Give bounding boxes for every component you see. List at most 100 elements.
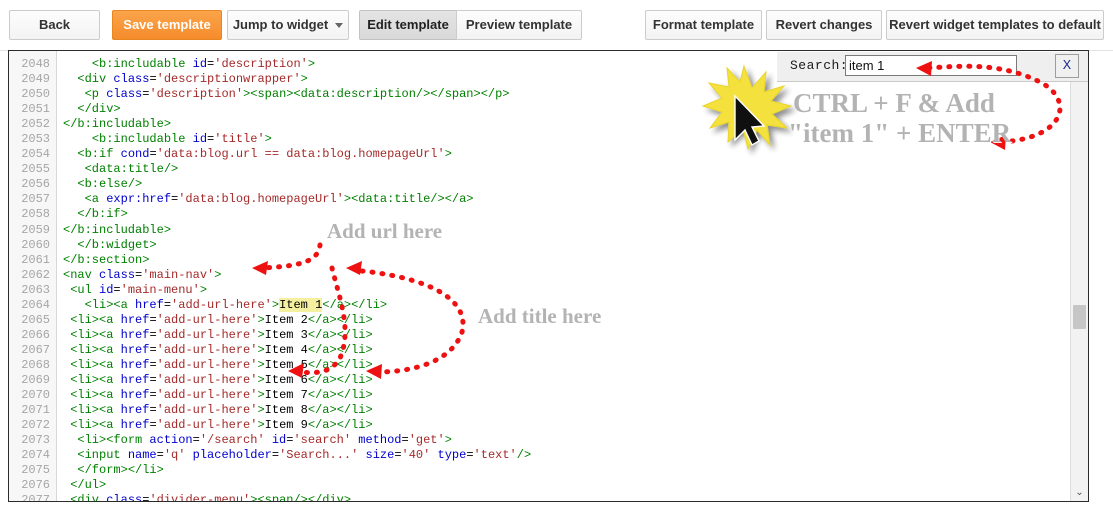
code-token-tag: </b:includable> <box>63 222 172 237</box>
code-line[interactable]: <nav class='main-nav'> <box>63 268 1088 283</box>
code-token-val: 'main-menu' <box>120 282 200 297</box>
code-token-att: href <box>120 357 150 372</box>
code-token-val: 'add-url-here' <box>171 297 272 312</box>
code-line[interactable]: <li><a href='add-url-here'>Item 2</a></l… <box>63 313 1088 328</box>
code-token-att: href <box>135 297 164 312</box>
line-number: 2053 <box>21 132 50 147</box>
code-token-tag: > <box>257 372 265 387</box>
line-number: 2057 <box>21 192 50 207</box>
jump-to-widget-dropdown[interactable]: Jump to widget <box>227 10 349 40</box>
template-code-editor[interactable]: 2048 2049 2050 2051 2052 2053 2054 2055 2056 2057… <box>8 50 1089 502</box>
save-template-button[interactable]: Save template <box>112 10 222 40</box>
code-token-att: name <box>127 448 157 463</box>
code-line[interactable]: <li><a href='add-url-here'>Item 1</a></l… <box>63 297 1088 313</box>
code-token-tag: <ul <box>70 282 100 297</box>
scrollbar-thumb[interactable] <box>1073 305 1086 329</box>
code-token-tag: </b:widget> <box>77 237 157 252</box>
code-line[interactable]: <li><form action='/search' id='search' m… <box>63 433 1088 448</box>
code-token-att: size <box>365 448 395 463</box>
code-line[interactable]: <b:includable id='title'> <box>63 132 1088 147</box>
code-token-tag: <p <box>84 87 107 102</box>
code-token-tag: > <box>257 357 265 372</box>
code-line[interactable]: <li><a href='add-url-here'>Item 7</a></l… <box>63 388 1088 403</box>
code-line[interactable]: <b:if cond='data:blog.url == data:blog.h… <box>63 147 1088 162</box>
code-token-val: 'main-nav' <box>142 267 215 282</box>
code-token-txt: Item 4 <box>264 342 308 357</box>
code-token-tag: </ul> <box>70 478 107 493</box>
editor-vertical-scrollbar[interactable]: ⌃ ⌄ <box>1070 51 1088 501</box>
code-token-tag: <li><a <box>70 403 121 418</box>
code-line[interactable]: </b:includable> <box>63 223 1088 238</box>
code-line[interactable]: <a expr:href='data:blog.homepageUrl'><da… <box>63 192 1088 207</box>
tab-preview-template[interactable]: Preview template <box>456 10 582 40</box>
code-line[interactable]: <li><a href='add-url-here'>Item 8</a></l… <box>63 403 1088 418</box>
code-line[interactable]: <div class='divider-menu'><span/></div> <box>63 493 1088 501</box>
line-number: 2056 <box>21 177 50 192</box>
line-number: 2048 <box>21 57 50 71</box>
code-token-val: 'add-url-here' <box>156 327 258 342</box>
code-line[interactable]: <li><a href='add-url-here'>Item 4</a></l… <box>63 343 1088 358</box>
code-line[interactable]: <p class='description'><span><data:descr… <box>63 87 1088 102</box>
back-button[interactable]: Back <box>9 10 100 40</box>
code-line[interactable]: <data:title/> <box>63 162 1088 177</box>
code-token-tag: </form></li> <box>77 463 164 478</box>
line-number: 2049 <box>21 72 50 87</box>
code-line[interactable]: </b:section> <box>63 253 1088 268</box>
code-line[interactable]: <li><a href='add-url-here'>Item 3</a></l… <box>63 328 1088 343</box>
code-token-att: href <box>120 388 150 403</box>
code-token-tag: </a></li> <box>307 342 373 357</box>
code-line[interactable]: </ul> <box>63 478 1088 493</box>
code-token-txt: = <box>163 297 172 312</box>
tab-edit-template[interactable]: Edit template <box>359 10 456 40</box>
line-number: 2072 <box>21 418 50 433</box>
find-input[interactable] <box>845 55 1017 76</box>
revert-widget-templates-button[interactable]: Revert widget templates to default <box>886 10 1104 40</box>
code-token-tag: > <box>264 132 272 147</box>
code-line[interactable]: </b:if> <box>63 207 1088 222</box>
code-line[interactable]: <b:else/> <box>63 177 1088 192</box>
code-token-tag: > <box>444 147 452 162</box>
code-token-tag: > <box>257 327 265 342</box>
line-number: 2073 <box>21 433 50 448</box>
code-line[interactable]: </div> <box>63 102 1088 117</box>
code-line[interactable]: </b:widget> <box>63 238 1088 253</box>
code-token-att: class <box>106 87 143 102</box>
line-number: 2061 <box>21 252 50 267</box>
close-find-button[interactable]: X <box>1055 54 1079 78</box>
code-token-hl: Item 1 <box>279 297 323 312</box>
code-token-val: 'add-url-here' <box>156 418 258 433</box>
code-line[interactable]: <li><a href='add-url-here'>Item 9</a></l… <box>63 418 1088 433</box>
code-line[interactable]: <li><a href='add-url-here'>Item 5</a></l… <box>63 358 1088 373</box>
code-token-tag: <li><a <box>84 297 136 312</box>
code-token-att: id <box>192 132 208 147</box>
code-line[interactable]: <li><a href='add-url-here'>Item 6</a></l… <box>63 373 1088 388</box>
code-token-att: action <box>149 433 193 448</box>
code-token-att: id <box>99 282 114 297</box>
code-token-txt: = <box>149 357 157 372</box>
code-line[interactable]: <ul id='main-menu'> <box>63 283 1088 298</box>
revert-changes-button[interactable]: Revert changes <box>766 10 882 40</box>
line-number: 2062 <box>21 267 50 282</box>
chevron-down-icon <box>335 23 344 29</box>
code-line[interactable]: </b:includable> <box>63 117 1088 132</box>
code-token-txt: = <box>394 448 402 463</box>
code-token-att: class <box>106 493 143 501</box>
code-token-val: 'data:blog.homepageUrl' <box>178 192 344 207</box>
code-token-tag: </a></li> <box>307 388 373 403</box>
line-number: 2064 <box>21 297 50 312</box>
code-token-txt: Item 3 <box>264 327 308 342</box>
code-token-txt: = <box>466 448 474 463</box>
scroll-down-arrow-icon[interactable]: ⌄ <box>1071 484 1088 501</box>
code-line[interactable]: </form></li> <box>63 463 1088 478</box>
code-token-tag: <input <box>77 448 128 463</box>
code-token-tag: </b:section> <box>63 252 150 267</box>
code-token-tag: <b:includable <box>91 57 193 71</box>
code-line[interactable]: <input name='q' placeholder='Search...' … <box>63 448 1088 463</box>
format-template-button[interactable]: Format template <box>645 10 762 40</box>
code-token-tag: <li><a <box>70 418 121 433</box>
code-area[interactable]: <b:includable id='description'> <div cla… <box>57 51 1088 501</box>
